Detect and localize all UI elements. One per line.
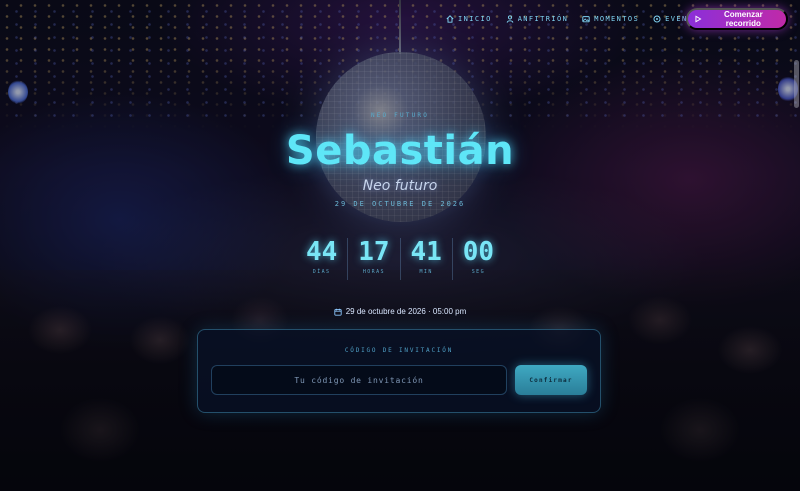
countdown-value: 44	[305, 237, 338, 267]
event-datetime-text: 29 de octubre de 2026 · 05:00 pm	[345, 307, 467, 316]
start-tour-label: Comenzar recorrido	[724, 10, 763, 28]
countdown-value: 17	[358, 237, 390, 267]
nav-item-label: Anfitrión	[517, 15, 569, 23]
confirm-button[interactable]: Confirmar	[515, 365, 587, 395]
celebrant-name: Sebastián	[285, 128, 515, 174]
start-tour-button[interactable]: Comenzar recorrido	[686, 8, 788, 30]
home-icon	[446, 15, 454, 23]
countdown-label: Min	[419, 269, 433, 275]
countdown-timer: 44 Días 17 Horas 41 Min 00 Seg	[296, 238, 504, 280]
nav-item-label: Momentos	[594, 15, 640, 23]
location-icon	[653, 15, 661, 23]
nav-item-inicio[interactable]: Inicio	[446, 15, 492, 23]
countdown-hours: 17 Horas	[347, 238, 399, 280]
countdown-minutes: 41 Min	[399, 237, 452, 280]
hero-kicker: Neo Futuro	[370, 112, 430, 119]
countdown-days: 44 Días	[296, 238, 347, 280]
calendar-icon	[334, 308, 342, 316]
countdown-label: Días	[312, 269, 331, 275]
hero-date: 29 de octubre de 2026	[334, 200, 466, 208]
countdown-label: Horas	[362, 269, 385, 275]
event-datetime: 29 de octubre de 2026 · 05:00 pm	[0, 307, 800, 316]
image-icon	[582, 16, 590, 23]
invitation-code-label: Código de invitación	[344, 347, 454, 354]
page-scrollbar[interactable]	[794, 60, 799, 108]
play-icon	[695, 15, 702, 23]
nav-item-momentos[interactable]: Momentos	[582, 15, 639, 23]
hero-subtitle: Neo futuro	[362, 178, 438, 194]
nav-item-label: Inicio	[458, 15, 492, 23]
countdown-seconds: 00 Seg	[451, 237, 504, 280]
countdown-label: Seg	[471, 269, 485, 275]
nav-item-anfitrion[interactable]: Anfitrión	[506, 15, 569, 23]
invitation-card: Código de invitación Confirmar	[197, 329, 601, 413]
invitation-code-input[interactable]	[211, 365, 507, 395]
user-icon	[506, 15, 513, 23]
countdown-value: 41	[410, 237, 442, 267]
hero-stage: Inicio Anfitrión Momentos Evento R Comen…	[0, 0, 800, 491]
countdown-value: 00	[462, 237, 495, 267]
